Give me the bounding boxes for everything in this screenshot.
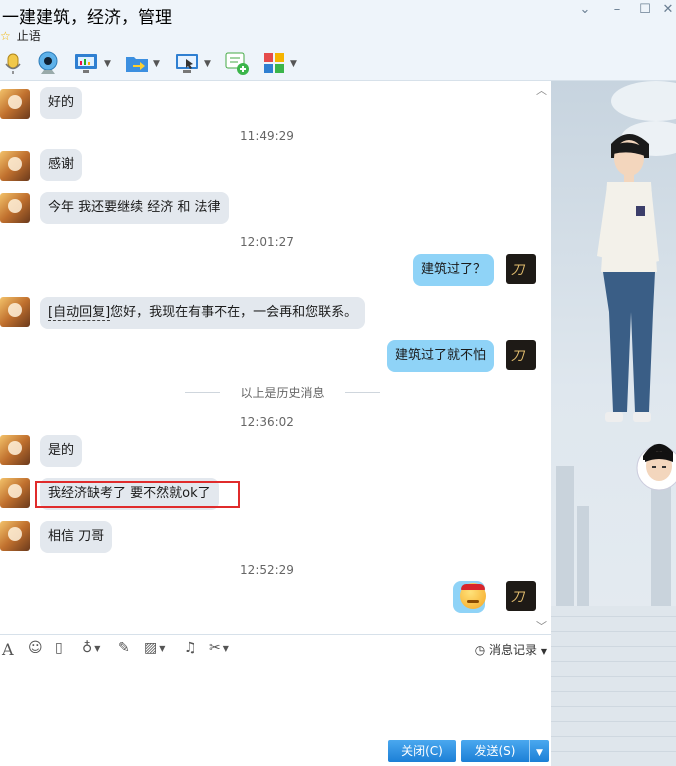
chevron-down-icon: ▼ [540,647,547,656]
message-list[interactable]: 好的 11:49:29 感谢 今年 我还要继续 经济 和 法律 12:01:27… [0,81,551,634]
video-call-button[interactable] [35,50,61,76]
message-bubble-left: 是的 [40,435,83,467]
remote-assist-icon [176,54,198,73]
apps-icon [264,53,284,73]
apps-button[interactable]: ▼ [261,50,301,76]
chevron-down-icon: ▼ [94,643,101,653]
chevron-down-icon: ▼ [222,643,229,653]
smiley-icon: ☺ [28,640,43,656]
edit-icon: ✎ [118,640,130,656]
highlight-annotation-box [35,481,240,508]
my-avatar[interactable]: 刀 [506,254,536,284]
create-group-button[interactable] [224,50,250,76]
send-button[interactable]: 发送(S) [461,740,529,762]
timestamp: 12:01:27 [240,235,294,249]
window-title: 一建建筑，经济，管理 [2,8,172,28]
building-decoration [577,506,589,606]
emoticon-icon [460,583,486,609]
avatar-show-panel [551,81,676,766]
avatar-logo-icon: 刀 [511,590,525,605]
chevron-down-icon: ▼ [204,59,211,69]
contact-avatar[interactable] [0,151,30,181]
my-avatar[interactable]: 刀 [506,581,536,611]
screenshot-edit-button[interactable]: ✎ [118,640,130,660]
message-history-button[interactable]: ◷ 消息记录 ▼ [475,641,547,658]
clock-icon: ◷ [474,643,486,657]
contact-avatar[interactable] [0,89,30,119]
send-file-button[interactable]: ▼ [124,50,162,76]
close-button[interactable]: ✕ [657,2,676,18]
video-call-icon [38,51,58,74]
my-avatar[interactable]: 刀 [506,340,536,370]
font-button[interactable]: A [2,640,14,660]
close-chat-button[interactable]: 关闭(C) [388,740,456,762]
image-icon: ▨ [144,640,158,656]
dropdown-icon[interactable]: ⌄ [574,2,596,18]
auto-reply-tag[interactable]: [自动回复] [48,305,111,321]
send-file-icon [126,57,148,72]
chat-toolbar: ▼ ▼ ▼ ▼ [0,46,676,81]
music-icon: ♫ [184,640,197,656]
scissors-icon: ✂ [209,640,221,656]
chevron-down-icon: ▼ [159,643,166,653]
message-bubble-left: 今年 我还要继续 经济 和 法律 [40,192,229,224]
message-input[interactable] [0,665,551,735]
chevron-down-icon: ▼ [153,59,160,69]
screenshot-button[interactable]: ✂ ▼ [209,640,229,660]
chevron-down-icon: ▼ [536,748,543,758]
brick-wall-decoration [551,606,676,766]
chevron-down-icon: ▼ [290,59,297,69]
message-bubble-right: 建筑过了？ [412,254,494,286]
maximize-button[interactable]: ☐ [634,2,656,18]
scroll-down-icon[interactable]: ﹀ [536,618,547,634]
screen-share-button[interactable]: ▼ [73,50,115,76]
timestamp: 12:52:29 [240,563,294,577]
avatar-logo-icon: 刀 [511,263,525,278]
chevron-down-icon: ▼ [104,59,111,69]
star-icon: ☆ [0,29,11,43]
vibrate-icon: ▯ [55,640,63,656]
message-bubble-left: 感谢 [40,149,83,181]
title-bar: 一建建筑，经济，管理 ☆ 止语 ⌄ – ☐ ✕ [0,0,676,46]
message-bubble-right: 建筑过了就不怕 [386,340,494,372]
font-icon: A [2,640,14,659]
bottom-bar: 关闭(C) 发送(S) ▼ [0,735,551,766]
microphone-icon: ♁ [82,640,93,656]
image-button[interactable]: ▨ ▼ [144,640,165,660]
contact-avatar[interactable] [0,193,30,223]
cloud-decoration [611,81,676,121]
auto-reply-text: 您好，我现在有事不在，一会再和您联系。 [110,305,358,320]
timestamp: 12:36:02 [240,415,294,429]
contact-avatar[interactable] [0,521,30,551]
contact-avatar[interactable] [0,478,30,508]
mini-avatar-icon [636,443,676,491]
message-bubble-left: 好的 [40,87,83,119]
screen-share-icon [75,54,97,73]
create-group-icon [225,52,249,75]
vibrate-button[interactable]: ▯ [55,640,63,660]
voice-message-button[interactable]: ♁ ▼ [82,640,100,660]
input-toolbar: A ☺ ▯ ♁ ▼ ✎ ▨ ▼ ♫ ✂ ▼ ◷ 消息记录 ▼ [0,634,551,665]
contact-status: ☆ 止语 [0,27,41,44]
voice-call-icon [5,53,21,74]
history-label: 消息记录 [489,643,538,657]
history-divider: 以上是历史消息 [185,384,380,400]
avatar-figure-icon [597,134,659,422]
timestamp: 11:49:29 [240,129,294,143]
avatar-logo-icon: 刀 [511,349,525,364]
send-options-button[interactable]: ▼ [529,740,549,762]
building-decoration [556,466,574,606]
message-bubble-left: 相信 刀哥 [40,521,113,553]
remote-assist-button[interactable]: ▼ [174,50,214,76]
message-bubble-left: [自动回复]您好，我现在有事不在，一会再和您联系。 [40,297,366,329]
minimize-button[interactable]: – [606,2,628,18]
music-button[interactable]: ♫ [184,640,197,660]
contact-avatar[interactable] [0,297,30,327]
scroll-up-icon[interactable]: ︿ [536,82,547,98]
status-text: 止语 [16,29,41,43]
voice-call-button[interactable] [0,50,26,76]
emoji-button[interactable]: ☺ [28,640,43,660]
contact-avatar[interactable] [0,435,30,465]
